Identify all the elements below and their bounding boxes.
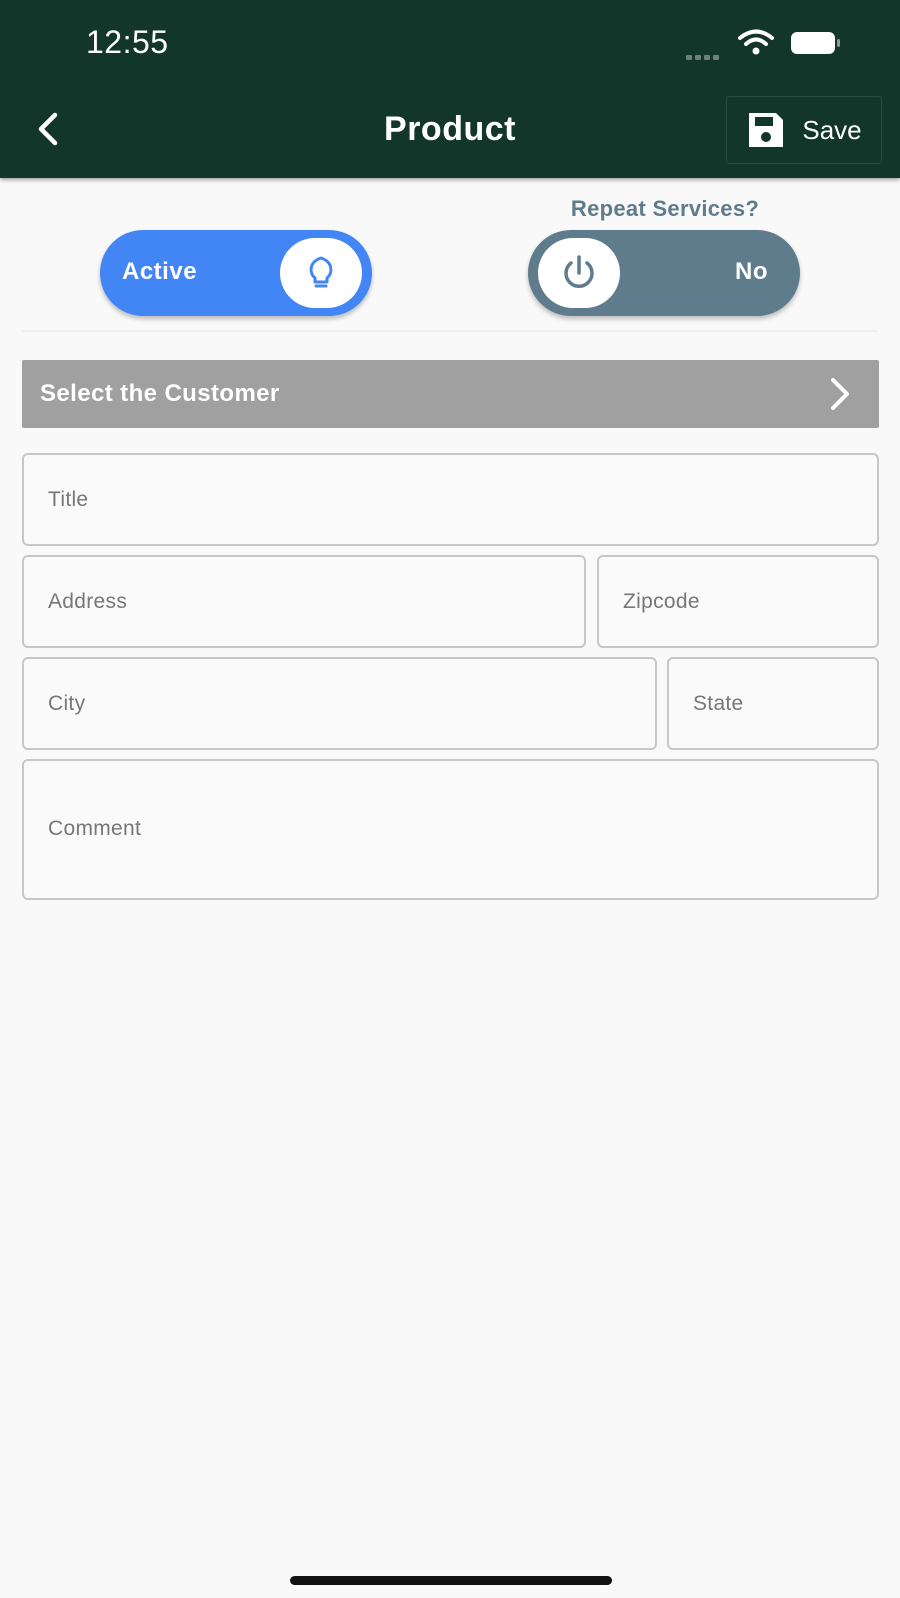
zipcode-field-box	[597, 555, 879, 648]
status-time: 12:55	[86, 24, 169, 60]
floppy-disk-icon	[749, 113, 784, 147]
chevron-left-icon	[38, 112, 58, 146]
address-input[interactable]	[24, 557, 584, 646]
active-toggle-label: Active	[122, 258, 198, 285]
power-icon	[564, 255, 594, 288]
select-customer-button[interactable]: Select the Customer	[22, 360, 879, 428]
comment-input[interactable]	[24, 761, 877, 898]
battery-icon	[790, 30, 842, 61]
divider	[22, 330, 878, 332]
active-toggle[interactable]: Active	[100, 230, 372, 316]
select-customer-label: Select the Customer	[40, 380, 280, 407]
city-input[interactable]	[24, 659, 655, 748]
home-indicator	[290, 1576, 612, 1585]
title-field-box	[22, 453, 879, 546]
state-input[interactable]	[669, 659, 877, 748]
cellular-signal-icon	[686, 47, 722, 65]
address-field-box	[22, 555, 586, 648]
active-toggle-knob	[280, 238, 362, 308]
wifi-icon	[738, 28, 774, 61]
title-input[interactable]	[24, 455, 877, 544]
state-field-box	[667, 657, 879, 750]
chevron-right-icon	[831, 378, 849, 410]
repeat-toggle-knob	[538, 238, 620, 308]
zipcode-input[interactable]	[599, 557, 877, 646]
save-label: Save	[802, 114, 862, 145]
comment-field-box	[22, 759, 879, 900]
repeat-services-toggle[interactable]: No	[528, 230, 800, 316]
repeat-toggle-label: No	[735, 258, 768, 285]
save-button[interactable]: Save	[726, 96, 882, 164]
app-bar: 12:55 Product Save	[0, 0, 900, 178]
back-button[interactable]	[24, 105, 72, 153]
city-field-box	[22, 657, 657, 750]
repeat-services-heading: Repeat Services?	[570, 196, 760, 221]
lightbulb-icon	[309, 256, 333, 288]
